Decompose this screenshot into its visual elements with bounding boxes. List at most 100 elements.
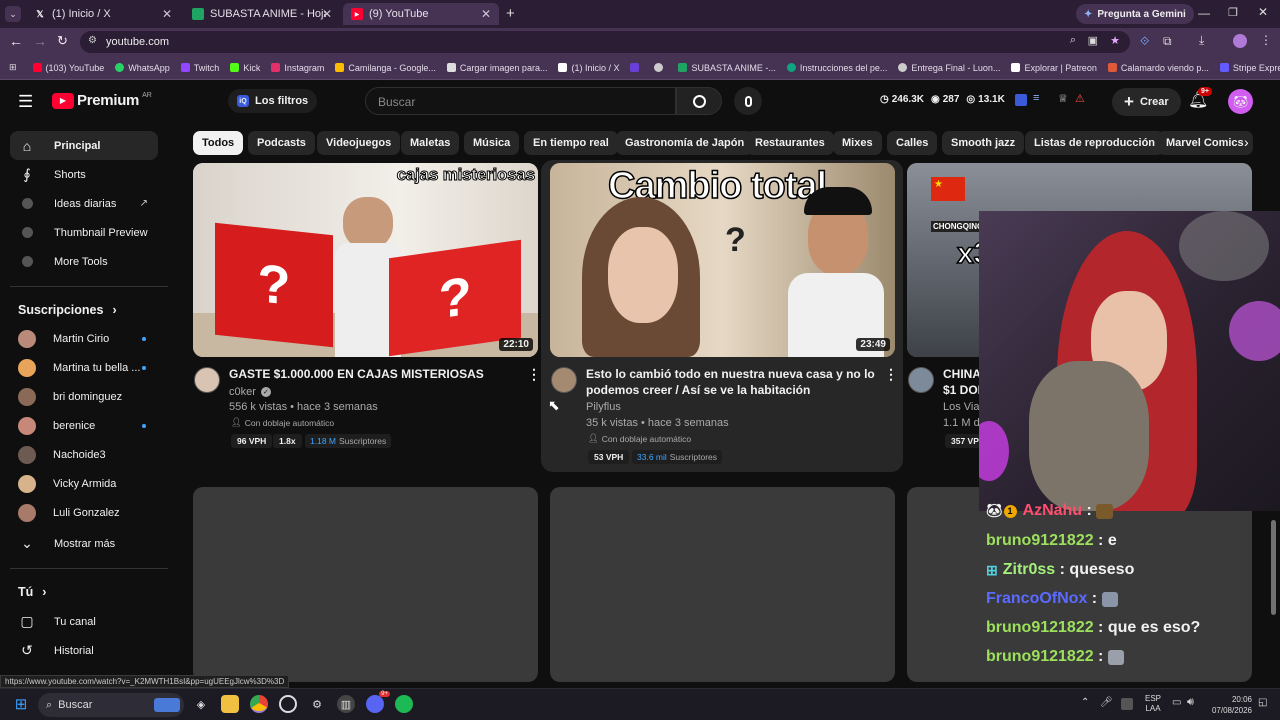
close-icon[interactable]: ✕	[322, 7, 332, 21]
sidebar-item-more-tools[interactable]: More Tools	[10, 247, 158, 276]
chrome-icon[interactable]	[250, 695, 268, 713]
youtube-logo[interactable]: ▶ Premium AR	[52, 92, 152, 109]
chip-smooth-jazz[interactable]: Smooth jazz	[942, 131, 1025, 155]
filters-button[interactable]: iQ Los filtros	[228, 89, 318, 113]
back-icon[interactable]: ←	[9, 33, 23, 49]
sidebar-item-history[interactable]: ↺ Historial	[10, 636, 158, 665]
bookmark[interactable]: Camilanga - Google...	[335, 63, 436, 73]
chip-listas-de-reproducción[interactable]: Listas de reproducción	[1025, 131, 1165, 155]
tab-sheets[interactable]: SUBASTA ANIME - Hojas de cálc ✕	[184, 3, 340, 25]
bookmark[interactable]: Instrucciones del pe...	[786, 63, 887, 73]
search-button[interactable]	[676, 87, 722, 115]
notifications-tray-icon[interactable]: ◱	[1258, 697, 1267, 708]
discord-icon[interactable]: 9+	[366, 691, 390, 713]
bookmark[interactable]: SUBASTA ANIME -...	[678, 63, 776, 73]
channel-name[interactable]: Pilyflus	[586, 401, 621, 413]
list-icon[interactable]: ≡	[1033, 92, 1039, 104]
app-icon[interactable]: ▥	[337, 695, 355, 713]
sidebar-item-subscription[interactable]: Martin Cirio	[10, 324, 158, 353]
sidebar-item-subscription[interactable]: berenice	[10, 411, 158, 440]
bookmark[interactable]: Cargar imagen para...	[446, 63, 547, 73]
bookmark[interactable]: Calamardo viendo p...	[1107, 63, 1209, 73]
language-indicator[interactable]: ESP LAA	[1145, 694, 1161, 714]
bookmark[interactable]: Instagram	[271, 63, 324, 73]
forward-icon[interactable]: →	[33, 33, 47, 49]
clock[interactable]: 20:06 07/08/2026	[1204, 694, 1252, 716]
you-header[interactable]: Tú ›	[10, 577, 158, 606]
channel-avatar[interactable]	[908, 367, 934, 393]
bookmark-star-icon[interactable]: ★	[1110, 34, 1120, 47]
sidebar-item-your-channel[interactable]: ▢ Tu canal	[10, 607, 158, 636]
cast-icon[interactable]: ▣	[1088, 34, 1098, 47]
profile-avatar[interactable]	[1233, 34, 1247, 48]
file-explorer-icon[interactable]	[221, 695, 239, 713]
create-button[interactable]: + Crear	[1112, 88, 1181, 116]
subscriptions-header[interactable]: Suscripciones ›	[10, 295, 158, 324]
extension-icon[interactable]	[1015, 94, 1027, 106]
spotify-icon[interactable]	[395, 695, 413, 713]
gemini-button[interactable]: ✦ Pregunta a Gemini	[1076, 4, 1194, 24]
obs-icon[interactable]	[279, 695, 297, 713]
bookmark[interactable]: WhatsApp	[115, 63, 170, 73]
download-icon[interactable]: ⤓	[1199, 33, 1204, 48]
alert-icon[interactable]: ⚠	[1075, 92, 1085, 105]
page-scrollbar[interactable]	[1271, 520, 1276, 615]
tray-app-icon[interactable]	[1121, 698, 1133, 710]
video-title[interactable]: GASTE $1.000.000 EN CAJAS MISTERIOSAS	[229, 366, 519, 382]
zoom-icon[interactable]: ⌕	[1070, 34, 1076, 47]
chip-música[interactable]: Música	[464, 131, 520, 155]
extension-icon[interactable]: ⟐	[1140, 34, 1149, 49]
notifications-button[interactable]: 🔔︎ 9+	[1188, 87, 1212, 110]
close-window-button[interactable]: ✕	[1258, 5, 1268, 19]
chip-mixes[interactable]: Mixes	[833, 131, 882, 155]
chip-restaurantes[interactable]: Restaurantes	[746, 131, 834, 155]
close-icon[interactable]: ✕	[481, 7, 491, 21]
trophy-icon[interactable]: ♕	[1058, 92, 1068, 105]
chip-maletas[interactable]: Maletas	[401, 131, 460, 155]
video-title[interactable]: Esto lo cambió todo en nuestra nueva cas…	[586, 366, 886, 382]
puzzle-icon[interactable]: ⧉	[1163, 34, 1172, 49]
sidebar-item-subscription[interactable]: Vicky Armida	[10, 469, 158, 498]
tab-x[interactable]: 𝕏 (1) Inicio / X ✕	[26, 3, 180, 25]
chip-calles[interactable]: Calles	[887, 131, 938, 155]
show-more-button[interactable]: ⌄ Mostrar más	[10, 529, 158, 558]
chip-marvel-comics[interactable]: Marvel Comics	[1157, 131, 1253, 155]
address-bar[interactable]: ⚙ youtube.com ⌕ ▣ ★	[80, 31, 1130, 53]
tray-chevron-icon[interactable]: ⌃	[1081, 697, 1089, 708]
tab-search-button[interactable]: ⌄	[5, 6, 21, 22]
sidebar-item-subscription[interactable]: Martina tu bella ...	[10, 353, 158, 382]
chip-gastronomía-de-japón[interactable]: Gastronomía de Japón	[616, 131, 754, 155]
bookmark[interactable]: Explorar | Patreon	[1011, 63, 1097, 73]
bookmark[interactable]: Stripe Express	[1219, 63, 1280, 73]
minimize-button[interactable]: —	[1198, 6, 1210, 20]
bookmark[interactable]	[654, 63, 667, 72]
chip-videojuegos[interactable]: Videojuegos	[317, 131, 401, 155]
more-options-icon[interactable]: ⋮	[884, 366, 898, 383]
video-thumbnail[interactable]: Cambio total ? 23:49	[550, 163, 895, 357]
sidebar-item-ideas[interactable]: Ideas diarias ↗	[10, 189, 158, 218]
chip-en-tiempo-real[interactable]: En tiempo real	[524, 131, 618, 155]
sidebar-item-shorts[interactable]: ∮ Shorts	[10, 160, 158, 189]
sidebar-item-subscription[interactable]: Nachoide3	[10, 440, 158, 469]
chips-next-icon[interactable]: ›	[1244, 134, 1249, 150]
more-options-icon[interactable]: ⋮	[527, 366, 541, 383]
chip-podcasts[interactable]: Podcasts	[248, 131, 315, 155]
bookmark[interactable]	[630, 63, 643, 72]
channel-avatar[interactable]	[194, 367, 220, 393]
channel-name[interactable]: Los Viaj	[943, 401, 982, 413]
maximize-button[interactable]: ❐	[1228, 6, 1238, 19]
sidebar-item-subscription[interactable]: bri dominguez	[10, 382, 158, 411]
microphone-tray-icon[interactable]: 🎤︎	[1100, 697, 1113, 708]
windows-start-icon[interactable]: ⊞	[12, 695, 30, 713]
video-thumbnail[interactable]: cajas misteriosas ? ? 22:10	[193, 163, 538, 357]
bookmark[interactable]: Twitch	[180, 63, 219, 73]
close-icon[interactable]: ✕	[162, 7, 172, 21]
reload-icon[interactable]: ↻	[57, 33, 68, 49]
channel-name-row[interactable]: c0ker ✓	[229, 386, 271, 398]
copilot-icon[interactable]: ◈	[192, 695, 210, 713]
network-icon[interactable]: ▭	[1172, 697, 1181, 708]
taskbar-search[interactable]: ⌕ Buscar	[38, 693, 184, 717]
chip-todos[interactable]: Todos	[193, 131, 244, 155]
sidebar-item-principal[interactable]: ⌂ Principal	[10, 131, 158, 160]
tab-youtube[interactable]: ▶ (9) YouTube ✕	[343, 3, 499, 25]
